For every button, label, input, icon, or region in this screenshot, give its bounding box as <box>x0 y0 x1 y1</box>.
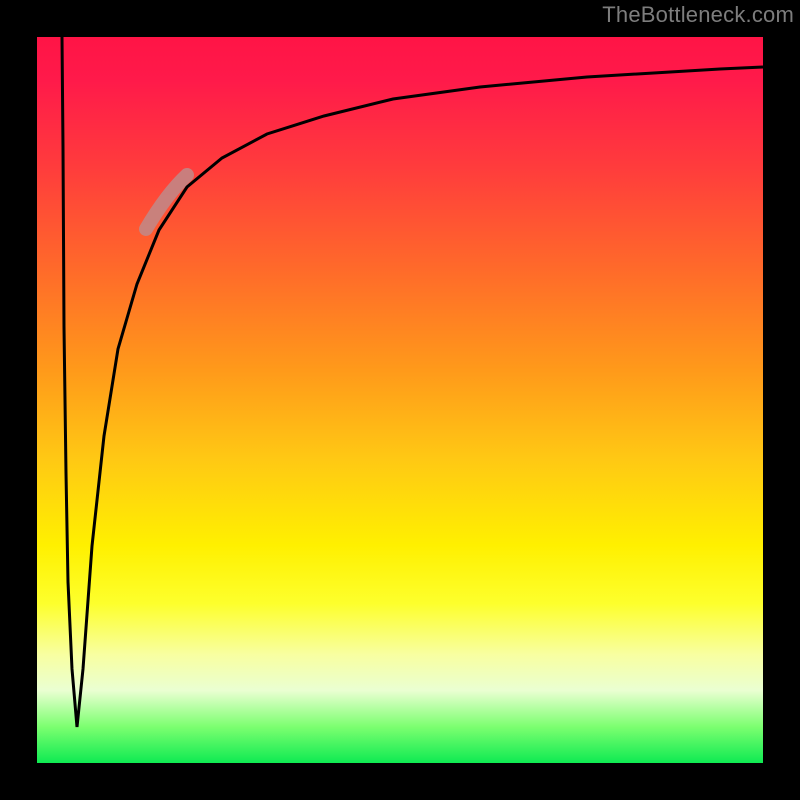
attribution-label: TheBottleneck.com <box>602 2 794 28</box>
chart-frame: TheBottleneck.com <box>0 0 800 800</box>
bottleneck-curve <box>62 37 763 727</box>
plot-area <box>37 37 763 763</box>
curve-svg <box>37 37 763 763</box>
